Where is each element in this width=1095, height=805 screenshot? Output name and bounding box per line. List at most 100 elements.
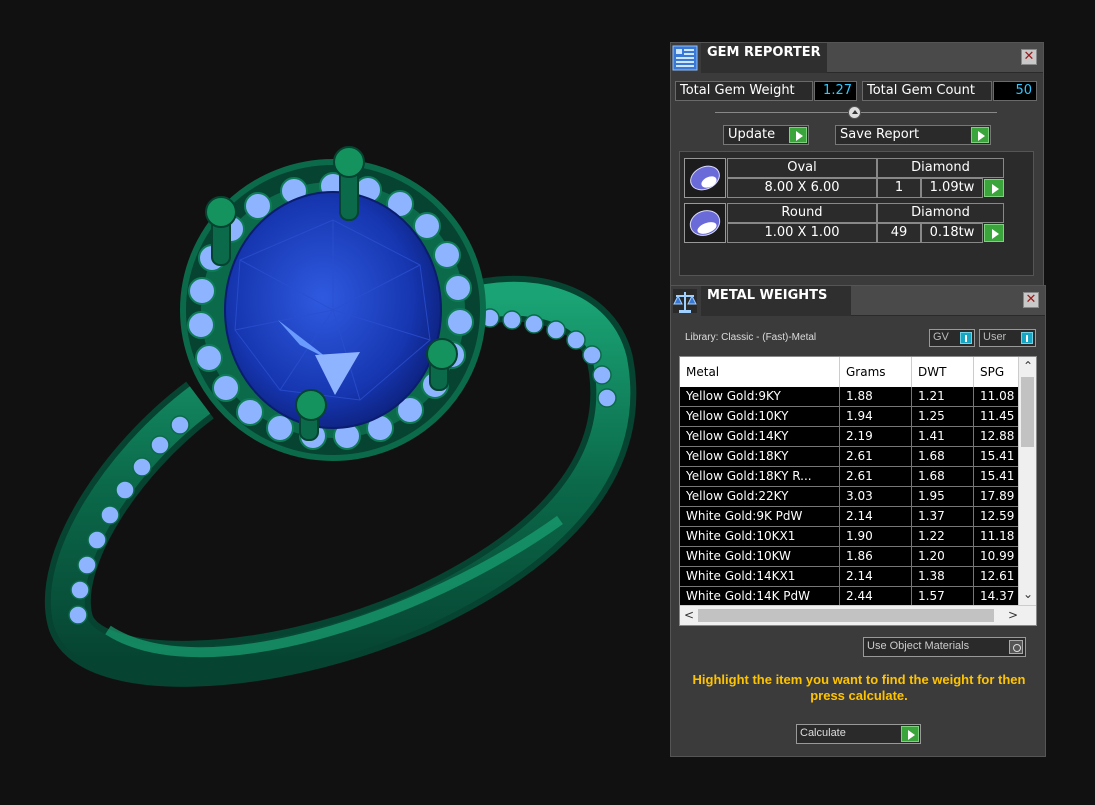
gem-count: 1: [877, 178, 921, 198]
play-icon[interactable]: [984, 179, 1004, 197]
horizontal-scroll-thumb[interactable]: [698, 609, 994, 622]
save-report-button[interactable]: Save Report: [835, 125, 991, 145]
instruction-text: Highlight the item you want to find the …: [692, 672, 1026, 703]
gem-shape: Round: [727, 203, 877, 223]
grams-cell: 3.03: [840, 487, 912, 507]
gem-shape: Oval: [727, 158, 877, 178]
grams-cell: 1.90: [840, 527, 912, 547]
grams-cell: 2.19: [840, 427, 912, 447]
metal-name-cell: White Gold:9K PdW: [680, 507, 840, 527]
close-icon[interactable]: ✕: [1021, 49, 1037, 65]
gem-list: Oval Diamond 8.00 X 6.00 1 1.09tw Round …: [679, 151, 1034, 276]
total-gem-count-label: Total Gem Count: [862, 81, 992, 101]
total-gem-weight-value: 1.27: [814, 81, 857, 101]
calculate-button[interactable]: Calculate: [796, 724, 921, 744]
close-icon[interactable]: ✕: [1023, 292, 1039, 308]
dwt-cell: 1.68: [912, 447, 974, 467]
grams-cell: 2.61: [840, 447, 912, 467]
metal-name-cell: White Gold:14K PdW: [680, 587, 840, 607]
spg-cell: 12.59: [974, 507, 1020, 527]
table-row[interactable]: White Gold:14KX1 2.14 1.38 12.61: [680, 567, 1020, 587]
save-report-button-label: Save Report: [840, 127, 920, 142]
dwt-cell: 1.38: [912, 567, 974, 587]
metal-table-header: Metal Grams DWT SPG: [680, 357, 1020, 387]
vertical-scrollbar[interactable]: ⌃ ⌄: [1018, 357, 1036, 607]
gem-reporter-panel: GEM REPORTER ✕ Total Gem Weight 1.27 Tot…: [670, 42, 1044, 290]
gem-row-round[interactable]: Round Diamond 1.00 X 1.00 49 0.18tw: [684, 203, 1010, 243]
ring-render: [44, 146, 637, 687]
gem-material: Diamond: [877, 158, 1004, 178]
grams-cell: 1.86: [840, 547, 912, 567]
spg-cell: 15.41: [974, 467, 1020, 487]
oval-gem-icon: [684, 158, 726, 198]
gem-material: Diamond: [877, 203, 1004, 223]
total-gem-count-value: 50: [993, 81, 1037, 101]
gem-row-oval[interactable]: Oval Diamond 8.00 X 6.00 1 1.09tw: [684, 158, 1010, 198]
table-row[interactable]: Yellow Gold:9KY 1.88 1.21 11.08: [680, 387, 1020, 407]
column-header-metal[interactable]: Metal: [680, 357, 840, 387]
table-row[interactable]: White Gold:9K PdW 2.14 1.37 12.59: [680, 507, 1020, 527]
spg-cell: 11.45: [974, 407, 1020, 427]
gem-reporter-icon: [672, 45, 698, 71]
table-row[interactable]: White Gold:10KX1 1.90 1.22 11.18: [680, 527, 1020, 547]
spg-cell: 11.08: [974, 387, 1020, 407]
scroll-left-icon[interactable]: <: [684, 608, 694, 622]
vertical-scroll-thumb[interactable]: [1021, 377, 1034, 447]
dwt-cell: 1.41: [912, 427, 974, 447]
scroll-right-icon[interactable]: >: [1008, 608, 1018, 622]
use-object-materials-toggle[interactable]: Use Object Materials: [863, 637, 1026, 657]
metal-weights-title: METAL WEIGHTS: [701, 286, 851, 316]
metal-weights-titlebar[interactable]: METAL WEIGHTS ✕: [671, 286, 1045, 316]
metal-name-cell: White Gold:10KW: [680, 547, 840, 567]
table-row[interactable]: Yellow Gold:18KY 2.61 1.68 15.41: [680, 447, 1020, 467]
update-button[interactable]: Update: [723, 125, 809, 145]
user-toggle-label: User: [983, 331, 1007, 343]
column-header-dwt[interactable]: DWT: [912, 357, 974, 387]
splitter-knob-icon[interactable]: [848, 106, 861, 119]
table-row[interactable]: Yellow Gold:18KY R... 2.61 1.68 15.41: [680, 467, 1020, 487]
user-toggle[interactable]: User: [979, 329, 1036, 347]
table-row[interactable]: Yellow Gold:22KY 3.03 1.95 17.89: [680, 487, 1020, 507]
dwt-cell: 1.68: [912, 467, 974, 487]
gem-reporter-titlebar[interactable]: GEM REPORTER ✕: [671, 43, 1043, 73]
table-row[interactable]: Yellow Gold:14KY 2.19 1.41 12.88: [680, 427, 1020, 447]
dwt-cell: 1.37: [912, 507, 974, 527]
metal-name-cell: White Gold:14KX1: [680, 567, 840, 587]
grams-cell: 2.61: [840, 467, 912, 487]
scroll-down-icon[interactable]: ⌄: [1023, 587, 1033, 601]
spg-cell: 10.99: [974, 547, 1020, 567]
metal-table[interactable]: Metal Grams DWT SPG Yellow Gold:9KY 1.88 1…: [679, 356, 1037, 626]
metal-name-cell: Yellow Gold:18KY: [680, 447, 840, 467]
grams-cell: 2.14: [840, 507, 912, 527]
title-bar-fill: [827, 43, 1043, 73]
spg-cell: 12.88: [974, 427, 1020, 447]
scale-icon: [673, 289, 697, 313]
horizontal-scrollbar[interactable]: < >: [680, 605, 1036, 625]
update-button-label: Update: [728, 127, 776, 142]
column-header-grams[interactable]: Grams: [840, 357, 912, 387]
column-header-spg[interactable]: SPG: [974, 357, 1020, 387]
table-row[interactable]: White Gold:10KW 1.86 1.20 10.99: [680, 547, 1020, 567]
play-icon: [971, 127, 989, 143]
dwt-cell: 1.57: [912, 587, 974, 607]
library-label: Library: Classic - (Fast)-Metal: [685, 332, 817, 343]
grams-cell: 1.94: [840, 407, 912, 427]
play-icon[interactable]: [984, 224, 1004, 242]
grams-cell: 2.44: [840, 587, 912, 607]
table-row[interactable]: Yellow Gold:10KY 1.94 1.25 11.45: [680, 407, 1020, 427]
metal-name-cell: Yellow Gold:9KY: [680, 387, 840, 407]
metal-name-cell: Yellow Gold:10KY: [680, 407, 840, 427]
dwt-cell: 1.20: [912, 547, 974, 567]
metal-name-cell: White Gold:10KX1: [680, 527, 840, 547]
grams-cell: 1.88: [840, 387, 912, 407]
gem-weight: 0.18tw: [921, 223, 983, 243]
gv-toggle[interactable]: GV: [929, 329, 975, 347]
toggle-knob-icon: [1021, 332, 1033, 344]
dwt-cell: 1.95: [912, 487, 974, 507]
table-row[interactable]: White Gold:14K PdW 2.44 1.57 14.37: [680, 587, 1020, 607]
grams-cell: 2.14: [840, 567, 912, 587]
3d-viewport[interactable]: [0, 0, 670, 805]
spg-cell: 11.18: [974, 527, 1020, 547]
scroll-up-icon[interactable]: ⌃: [1023, 359, 1033, 373]
play-icon: [789, 127, 807, 143]
